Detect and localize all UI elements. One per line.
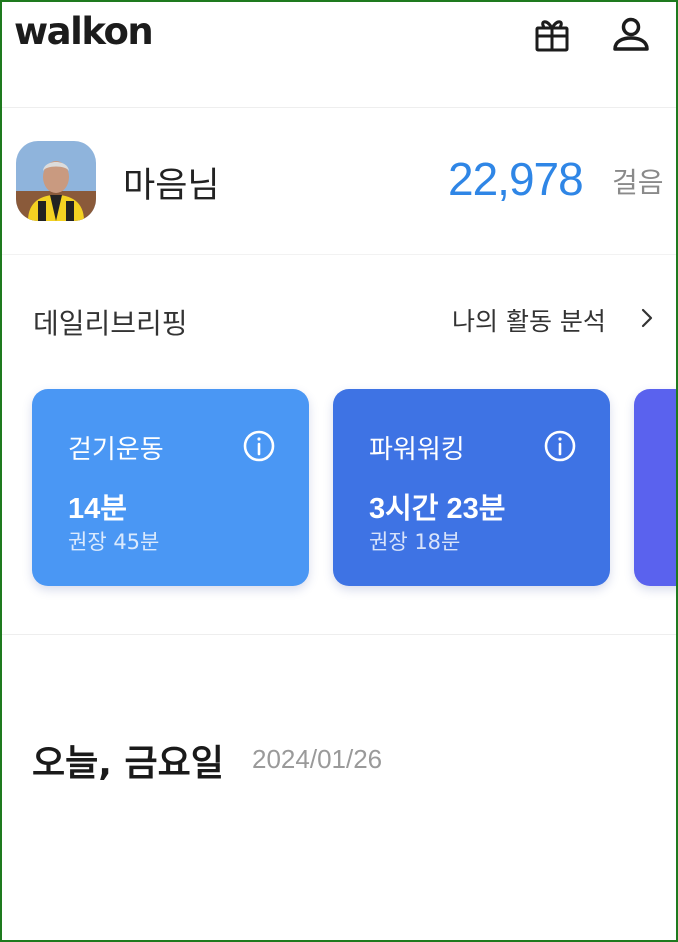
user-icon[interactable] (611, 14, 651, 54)
card-value: 3시간 23분 (369, 493, 506, 525)
today-label: 오늘, 금요일 (32, 743, 224, 784)
activity-analysis-link[interactable]: 나의 활동 분석 (452, 302, 606, 338)
profile-name: 마음님 (123, 166, 220, 206)
info-icon[interactable] (242, 429, 276, 463)
card-recommended: 권장 18분 (369, 530, 461, 554)
profile-summary[interactable]: 마음님 22,978 걸음 (0, 109, 678, 255)
card-recommended: 권장 45분 (68, 530, 160, 554)
card-title: 걷기운동 (68, 435, 164, 465)
section-divider (0, 634, 678, 635)
briefing-card-partial[interactable] (634, 389, 678, 586)
step-unit: 걸음 (612, 166, 664, 199)
daily-briefing-title: 데일리브리핑 (33, 307, 188, 340)
gift-icon[interactable] (532, 14, 572, 54)
step-count: 22,978 (448, 153, 584, 205)
app-header: walkon (0, 0, 678, 108)
avatar[interactable] (16, 141, 96, 221)
avatar-photo (16, 141, 96, 221)
info-icon[interactable] (543, 429, 577, 463)
chevron-right-icon[interactable] (636, 307, 658, 329)
card-value: 14분 (68, 493, 127, 525)
briefing-card-power-walking[interactable]: 파워워킹 3시간 23분 권장 18분 (333, 389, 610, 586)
briefing-card-walking[interactable]: 걷기운동 14분 권장 45분 (32, 389, 309, 586)
today-date: 2024/01/26 (252, 744, 383, 774)
app-logo: walkon (14, 10, 154, 53)
card-title: 파워워킹 (369, 435, 465, 465)
